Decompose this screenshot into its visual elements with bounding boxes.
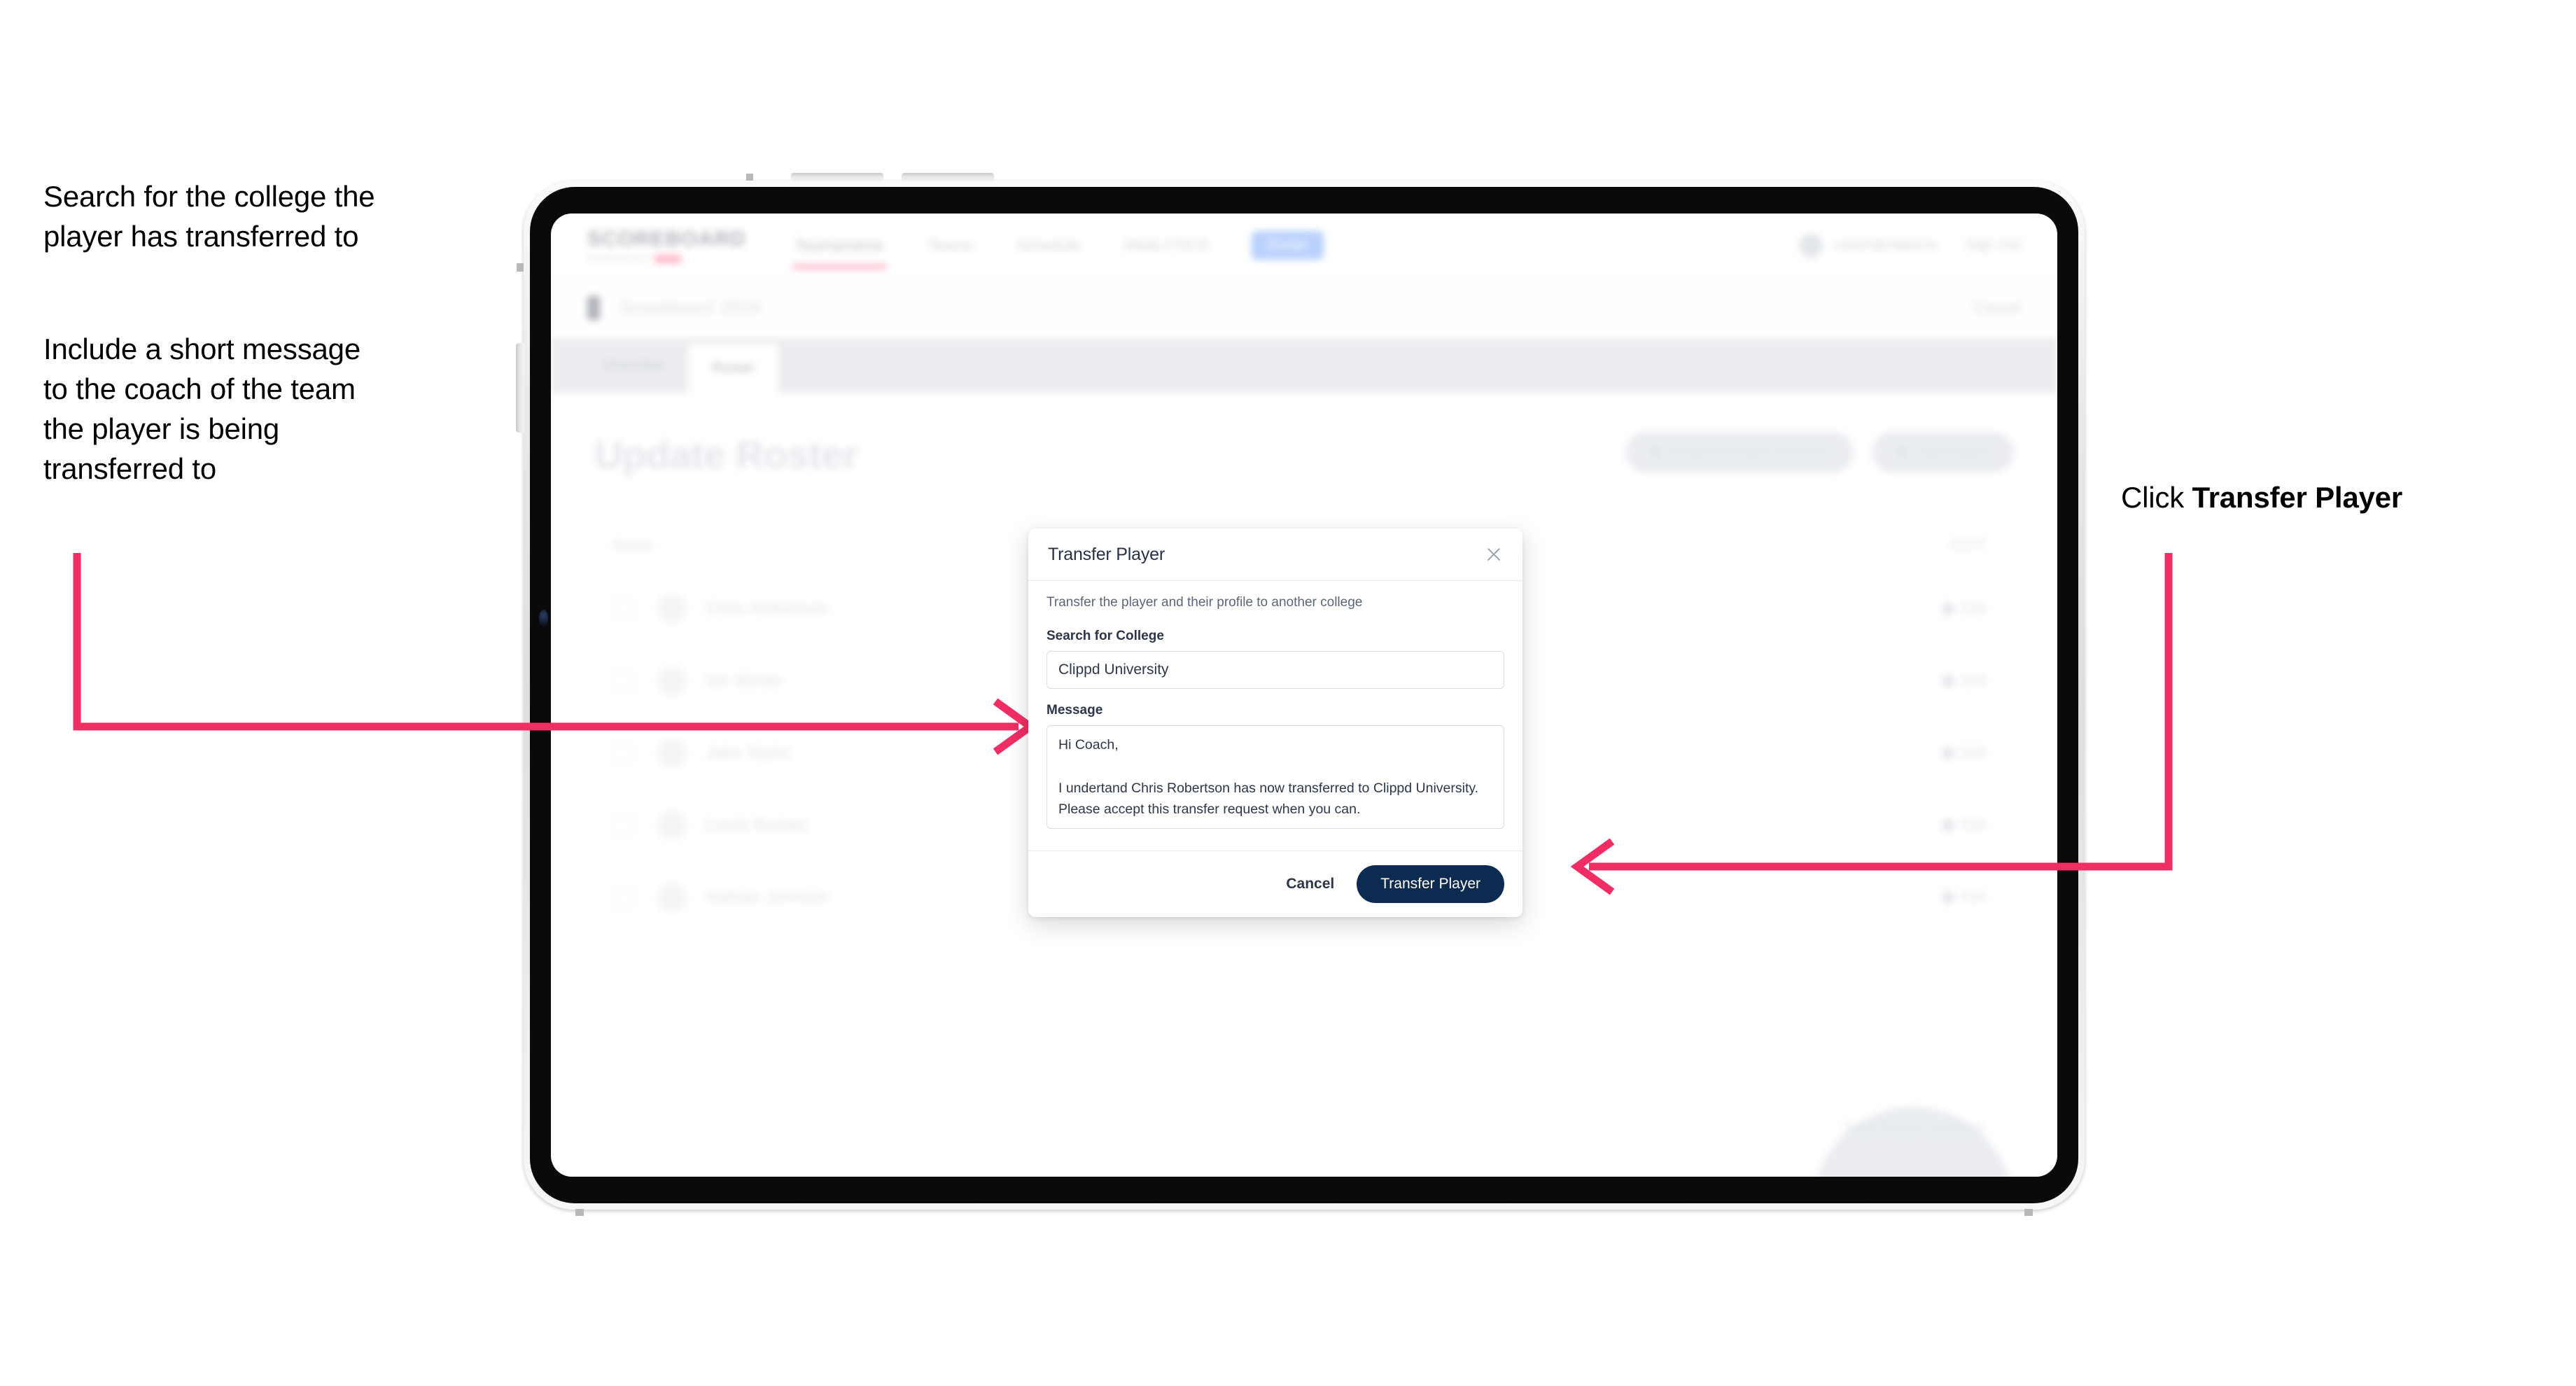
add-player-label: Add Player	[1917, 444, 1989, 460]
pencil-icon	[1940, 745, 1956, 762]
volume-down-button[interactable]	[902, 173, 994, 181]
nav-sign-out[interactable]: Sign Out	[1966, 237, 2021, 253]
dialog-body: Transfer the player and their profile to…	[1028, 581, 1522, 850]
field-spacer	[1046, 689, 1504, 703]
player-avatar	[657, 594, 687, 624]
pencil-icon	[1940, 889, 1956, 906]
player-avatar	[657, 811, 687, 840]
player-avatar	[657, 883, 687, 912]
search-college-input[interactable]	[1046, 651, 1504, 689]
annotation-right-prefix: Click	[2121, 481, 2192, 514]
request-player-transfer-button[interactable]: Request Player Transfer	[1625, 432, 1854, 472]
sub-header-cancel[interactable]: Cancel	[1973, 299, 2021, 317]
plus-icon	[1897, 447, 1909, 458]
sub-header-title-main: Scoreboard	[620, 297, 714, 318]
tab-roster[interactable]: Roster	[687, 344, 779, 393]
frame-seam-top-left	[746, 174, 753, 181]
annotation-search-college: Search for the college the player has tr…	[43, 180, 375, 253]
nav-right-cluster: coach@clippd.io Sign Out	[1799, 233, 2021, 258]
app-tab-bar: Overview Roster	[551, 338, 2057, 393]
close-icon[interactable]	[1483, 544, 1504, 565]
cancel-button[interactable]: Cancel	[1282, 870, 1338, 898]
pencil-icon	[1940, 601, 1956, 617]
row-edit-action[interactable]: Edit	[1940, 601, 2014, 617]
sub-header-title: Scoreboard 2024	[612, 297, 761, 318]
annotation-right-bold: Transfer Player	[2192, 481, 2402, 514]
tablet-device-frame: SCOREBOARD POWERED BY Tournaments Teams …	[516, 173, 2085, 1216]
request-player-transfer-label: Request Player Transfer	[1670, 444, 1829, 460]
pencil-icon	[1940, 673, 1956, 690]
dialog-header: Transfer Player	[1028, 528, 1522, 581]
power-button[interactable]	[516, 343, 524, 433]
row-checkbox[interactable]	[612, 815, 634, 836]
page-action-buttons: Request Player Transfer Add Player	[1625, 432, 2014, 472]
row-edit-label: Edit	[1960, 889, 1986, 905]
row-checkbox[interactable]	[612, 671, 634, 692]
message-textarea[interactable]	[1046, 725, 1504, 829]
player-avatar	[657, 666, 687, 696]
dialog-subtitle: Transfer the player and their profile to…	[1046, 595, 1363, 610]
add-player-button[interactable]: Add Player	[1872, 432, 2014, 472]
row-checkbox[interactable]	[612, 598, 634, 620]
row-checkbox[interactable]	[612, 743, 634, 764]
tab-overview[interactable]: Overview	[579, 338, 688, 393]
frame-seam-bottom-left	[575, 1209, 584, 1216]
nav-user-email: coach@clippd.io	[1834, 237, 1938, 253]
front-camera-icon	[539, 610, 548, 626]
message-label: Message	[1046, 703, 1103, 718]
row-edit-action[interactable]: Edit	[1940, 745, 2014, 762]
nav-item-tournaments[interactable]: Tournaments	[792, 221, 888, 270]
annotation-click-transfer-player: Click Transfer Player	[2121, 477, 2555, 517]
row-edit-label: Edit	[1960, 673, 1986, 689]
nav-item-teams[interactable]: Teams	[927, 221, 973, 270]
brand-subtext: POWERED BY	[587, 253, 649, 264]
dialog-title: Transfer Player	[1048, 544, 1165, 564]
row-edit-label: Edit	[1960, 745, 1986, 761]
transfer-player-dialog: Transfer Player Transfer the player and …	[1028, 528, 1522, 917]
roster-col-edit: EDIT	[1950, 536, 1986, 554]
pencil-icon	[1940, 817, 1956, 834]
brand-subline: POWERED BY	[587, 254, 746, 264]
avatar[interactable]	[1799, 233, 1823, 258]
row-edit-label: Edit	[1960, 601, 1986, 617]
volume-up-button[interactable]	[791, 173, 883, 181]
transfer-player-button[interactable]: Transfer Player	[1357, 865, 1504, 903]
nav-item-roster-pill[interactable]: Roster	[1252, 231, 1324, 260]
sub-header-title-year: 2024	[720, 297, 762, 318]
app-sub-header: Scoreboard 2024 Cancel	[551, 278, 2057, 338]
dialog-footer: Cancel Transfer Player	[1028, 850, 1522, 917]
nav-item-schedule[interactable]: Schedule	[1016, 221, 1081, 270]
nav-links: Tournaments Teams Schedule ANALYTICS Ros…	[792, 221, 1324, 270]
transfer-icon	[1650, 447, 1662, 458]
app-top-nav: SCOREBOARD POWERED BY Tournaments Teams …	[551, 214, 2057, 278]
row-edit-action[interactable]: Edit	[1940, 889, 2014, 906]
annotation-include-message: Include a short message to the coach of …	[43, 332, 360, 486]
nav-item-analytics[interactable]: ANALYTICS	[1124, 221, 1208, 270]
row-checkbox[interactable]	[612, 887, 634, 908]
scoreboard-icon	[587, 295, 600, 320]
brand-wordmark: SCOREBOARD	[587, 227, 746, 251]
player-avatar	[657, 738, 687, 768]
save-roster-updates-button[interactable]: Save Roster Updates	[1812, 1107, 2014, 1177]
brand-accent-dot	[654, 254, 682, 263]
screenshot-root: Search for the college the player has tr…	[0, 0, 2576, 1386]
frame-seam-left-top	[517, 263, 524, 272]
search-college-label: Search for College	[1046, 629, 1164, 643]
tablet-screen: SCOREBOARD POWERED BY Tournaments Teams …	[551, 214, 2057, 1177]
row-edit-label: Edit	[1960, 817, 1986, 833]
frame-seam-bottom-right	[2024, 1209, 2033, 1216]
row-edit-action[interactable]: Edit	[1940, 673, 2014, 690]
tablet-bezel: SCOREBOARD POWERED BY Tournaments Teams …	[530, 187, 2078, 1203]
brand-logo[interactable]: SCOREBOARD POWERED BY	[587, 227, 746, 264]
row-edit-action[interactable]: Edit	[1940, 817, 2014, 834]
